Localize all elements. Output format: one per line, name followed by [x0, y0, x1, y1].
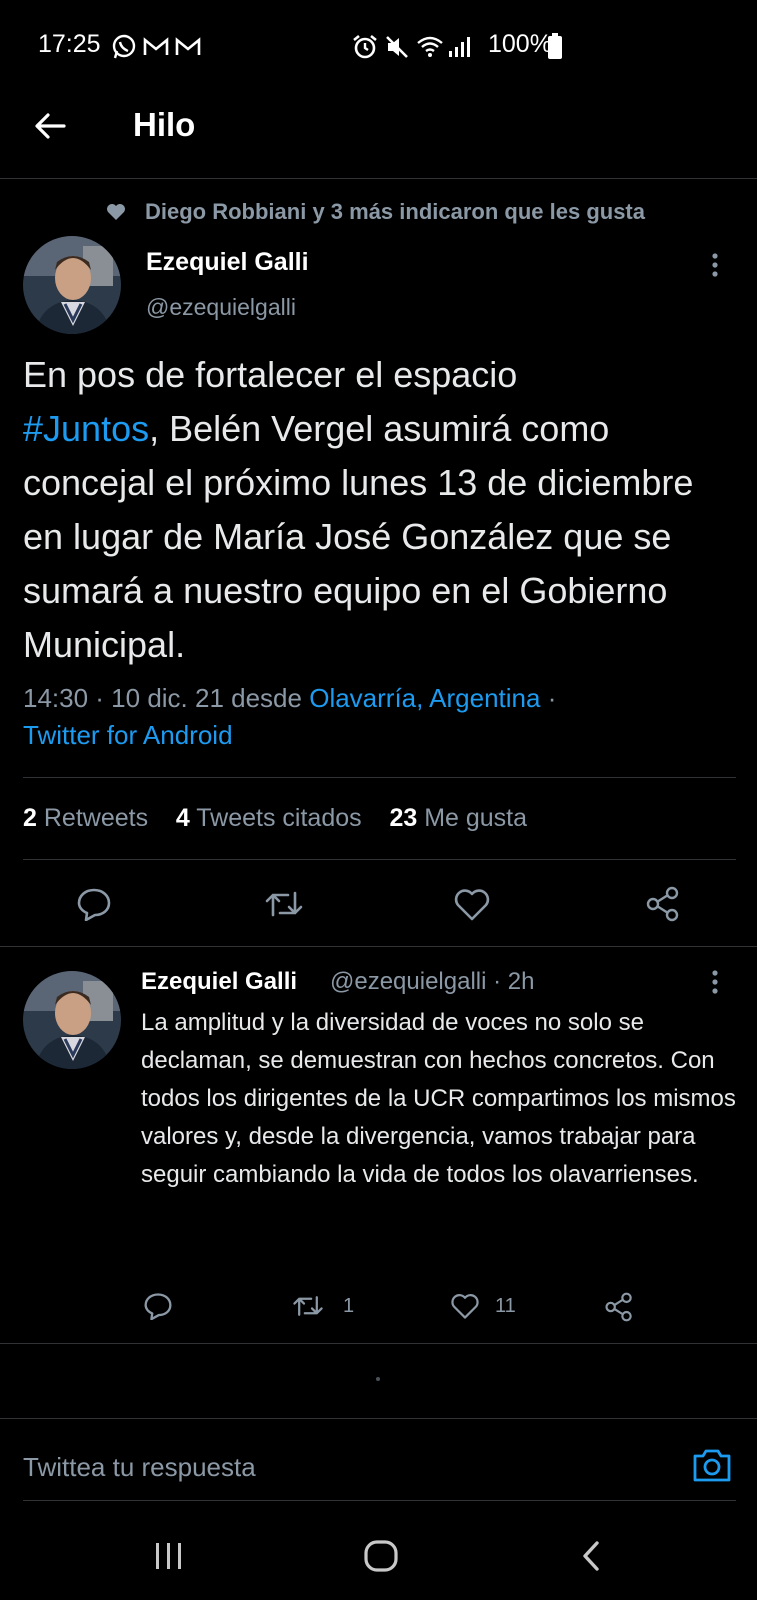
- arrow-left-icon: [35, 113, 66, 139]
- liked-by-text: Diego Robbiani y 3 más indicaron que les…: [145, 199, 645, 224]
- reply-icon: [77, 888, 111, 921]
- reply-retweet-button[interactable]: [292, 1294, 324, 1318]
- share-button[interactable]: [645, 886, 681, 922]
- heart-icon: [454, 889, 490, 921]
- loading-indicator: [376, 1377, 380, 1381]
- reply-reply-button[interactable]: [143, 1292, 173, 1320]
- share-icon: [605, 1292, 632, 1322]
- retweet-icon: [293, 1296, 323, 1316]
- retweet-button[interactable]: [264, 889, 304, 919]
- gmail-icon: [143, 37, 169, 57]
- quotes-count: 4: [175, 804, 190, 832]
- retweets-label: Retweets: [43, 804, 149, 832]
- quotes-label: Tweets citados: [196, 804, 362, 832]
- alarm-icon: [352, 34, 378, 60]
- reply-text: La amplitud y la diversidad de voces no …: [141, 1009, 736, 1188]
- status-time: 17:25: [38, 30, 101, 58]
- reply-divider: [0, 1343, 757, 1344]
- camera-button[interactable]: [692, 1447, 732, 1483]
- header-divider: [0, 178, 757, 179]
- likes-count: 23: [389, 804, 418, 832]
- heart-small-icon: [106, 203, 126, 221]
- compose-divider-top: [0, 1418, 757, 1419]
- gmail-icon: [175, 37, 201, 57]
- reply-icon: [144, 1293, 172, 1320]
- home-button[interactable]: [364, 1540, 398, 1572]
- tweet-text: En pos de fortalecer el espacio #Juntos, …: [23, 348, 743, 672]
- reply-author-name[interactable]: Ezequiel Galli: [141, 968, 297, 996]
- page-title: Hilo: [133, 106, 196, 143]
- location-link[interactable]: Olavarría, Argentina: [309, 683, 540, 713]
- likes-label: Me gusta: [424, 804, 528, 832]
- whatsapp-icon: [111, 34, 137, 60]
- tweet-timestamp: 14:30 · 10 dic. 21 desde Olavarría, Arge…: [23, 683, 556, 714]
- signal-icon: [448, 36, 472, 58]
- retweets-count: 2: [23, 804, 37, 832]
- retweet-icon: [265, 891, 303, 917]
- recent-apps-button[interactable]: [153, 1541, 185, 1571]
- source-link[interactable]: Twitter for Android: [23, 720, 233, 751]
- more-options-icon[interactable]: [711, 252, 719, 278]
- retweets-stat[interactable]: 2 Retweets: [23, 804, 148, 832]
- back-button[interactable]: [30, 106, 70, 146]
- mute-icon: [384, 34, 410, 60]
- like-button[interactable]: [453, 888, 491, 922]
- recent-apps-icon: [156, 1543, 181, 1569]
- reply-button[interactable]: [76, 887, 112, 921]
- stats-divider-top: [23, 777, 736, 778]
- author-name[interactable]: Ezequiel Galli: [146, 248, 309, 277]
- reply-like-count: 11: [495, 1295, 516, 1317]
- reply-share-button[interactable]: [604, 1292, 634, 1322]
- wifi-icon: [416, 34, 444, 60]
- tweet-time: 14:30 · 10 dic. 21 desde: [23, 683, 302, 713]
- battery-icon: [548, 33, 562, 59]
- quotes-stat[interactable]: 4 Tweets citados: [176, 804, 362, 832]
- share-icon: [646, 886, 679, 922]
- reply-like-button[interactable]: [450, 1293, 480, 1320]
- engagement-stats: 2 Retweets 4 Tweets citados 23 Me gusta: [23, 804, 527, 833]
- thread-divider: [0, 946, 757, 947]
- meta-separator: ·: [547, 683, 557, 713]
- chevron-left-icon: [583, 1541, 599, 1571]
- heart-icon: [451, 1294, 479, 1319]
- compose-divider-bottom: [23, 1500, 736, 1501]
- system-back-button[interactable]: [580, 1540, 602, 1572]
- reply-avatar[interactable]: [23, 971, 121, 1069]
- author-handle[interactable]: @ezequielgalli: [146, 294, 296, 321]
- reply-author-handle[interactable]: @ezequielgalli · 2h: [330, 968, 534, 996]
- stats-divider-bottom: [23, 859, 736, 860]
- reply-retweet-count: 1: [343, 1295, 355, 1317]
- battery-percent: 100%: [488, 30, 552, 58]
- hashtag-link[interactable]: #Juntos: [23, 408, 149, 449]
- avatar[interactable]: [23, 236, 121, 334]
- reply-input[interactable]: Twittea tu respuesta: [23, 1452, 256, 1483]
- reply-more-options-icon[interactable]: [711, 969, 719, 995]
- camera-icon: [693, 1449, 731, 1482]
- likes-stat[interactable]: 23 Me gusta: [389, 804, 527, 832]
- tweet-text-intro: En pos de fortalecer el espacio: [23, 354, 518, 395]
- home-icon: [364, 1540, 398, 1572]
